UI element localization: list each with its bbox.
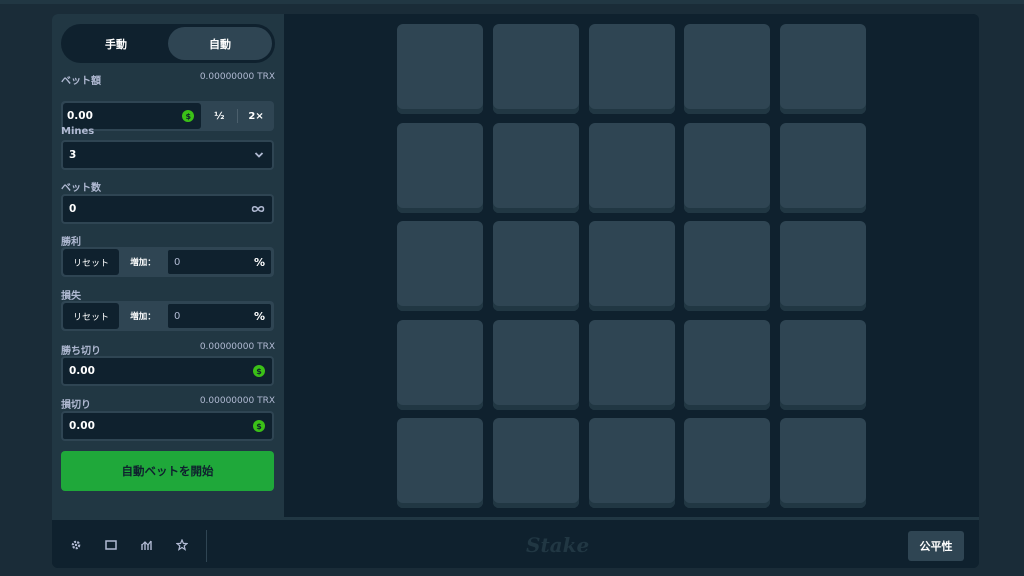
coin-icon: $ [253,420,265,432]
settings-icon[interactable] [69,538,83,552]
mines-game-frame: 手動 自動 ベット額 0.00000000 TRX 0.00 $ ½ 2× Mi… [52,14,979,568]
stop-loss-label-row: 損切り 0.00000000 TRX [61,396,275,411]
num-bets-input[interactable]: 0 [61,194,274,224]
stop-loss-label: 損切り [61,400,91,411]
mine-tile[interactable] [397,122,483,213]
on-loss-percent-input[interactable]: 0 % [167,303,272,329]
mine-tile[interactable] [684,221,771,311]
mine-tile[interactable] [588,221,675,311]
mine-tile[interactable] [397,221,483,311]
top-strip [0,0,1024,4]
on-loss-reset-button[interactable]: リセット [63,303,119,329]
theatre-mode-icon[interactable] [104,538,118,552]
on-loss-group: リセット 増加： 0 % [61,301,274,331]
mine-tile[interactable] [588,319,675,410]
mine-tile[interactable] [397,418,483,508]
bet-amount-label-row: ベット額 0.00000000 TRX [61,72,275,87]
mode-switch: 手動 自動 [61,24,275,63]
mines-select[interactable]: 3 [61,140,274,170]
stop-loss-value: 0.00 [69,420,95,432]
stop-loss-input[interactable]: 0.00 $ [61,411,274,441]
mines-label-row: Mines [61,126,275,137]
on-win-percent-input[interactable]: 0 % [167,249,272,275]
num-bets-value: 0 [69,203,77,215]
mine-tile[interactable] [492,122,579,213]
mine-tile[interactable] [780,319,866,410]
mine-tile[interactable] [397,24,483,114]
mines-value: 3 [69,149,77,161]
infinity-icon[interactable] [251,205,265,213]
on-win-increase-button[interactable]: 増加： [119,256,167,268]
mine-tile[interactable] [492,418,579,508]
mine-tile[interactable] [588,122,675,213]
stop-profit-label-row: 勝ち切り 0.00000000 TRX [61,342,275,357]
mine-tile[interactable] [492,24,579,114]
game-footer: Stake 公平性 [52,517,979,568]
tile-grid [397,24,866,512]
on-win-label: 勝利 [61,237,81,248]
on-loss-label-row: 損失 [61,287,275,302]
mines-label: Mines [61,126,95,137]
mine-tile[interactable] [780,24,866,114]
chevron-down-icon [254,152,264,158]
mine-tile[interactable] [492,221,579,311]
percent-icon: % [253,309,265,323]
percent-icon: % [253,255,265,269]
stop-profit-balance: 0.00000000 TRX [199,342,275,352]
on-win-label-row: 勝利 [61,233,275,248]
coin-icon: $ [253,365,265,377]
on-loss-label: 損失 [61,291,81,302]
tab-manual[interactable]: 手動 [64,27,168,60]
on-loss-increase-button[interactable]: 増加： [119,310,167,322]
mine-tile[interactable] [492,319,579,410]
mine-tile[interactable] [684,24,771,114]
bet-amount-label: ベット額 [61,76,101,87]
coin-icon: $ [182,110,195,122]
bet-amount-balance: 0.00000000 TRX [199,72,275,82]
mine-tile[interactable] [684,319,771,410]
mine-tile[interactable] [588,418,675,508]
stop-profit-label: 勝ち切り [61,346,101,357]
mine-tile[interactable] [684,418,771,508]
start-autobet-button[interactable]: 自動ベットを開始 [61,451,274,491]
game-board [284,14,979,517]
mine-tile[interactable] [588,24,675,114]
mine-tile[interactable] [684,122,771,213]
stop-profit-input[interactable]: 0.00 $ [61,356,274,386]
stop-profit-value: 0.00 [69,365,95,377]
fairness-button[interactable]: 公平性 [908,531,964,561]
num-bets-label-row: ベット数 [61,179,275,194]
on-win-group: リセット 増加： 0 % [61,247,274,277]
on-win-value: 0 [174,256,181,268]
stake-logo: Stake [526,533,590,557]
bet-sidebar: 手動 自動 ベット額 0.00000000 TRX 0.00 $ ½ 2× Mi… [52,14,284,517]
footer-divider [206,530,207,562]
on-win-reset-button[interactable]: リセット [63,249,119,275]
mine-tile[interactable] [780,221,866,311]
on-loss-value: 0 [174,310,181,322]
num-bets-label: ベット数 [61,183,101,194]
stats-icon[interactable] [140,538,154,552]
tab-auto[interactable]: 自動 [168,27,272,60]
mine-tile[interactable] [780,122,866,213]
mine-tile[interactable] [780,418,866,508]
bet-amount-value: 0.00 [67,110,93,122]
mine-tile[interactable] [397,319,483,410]
stop-loss-balance: 0.00000000 TRX [199,396,275,406]
star-icon[interactable] [175,538,189,552]
